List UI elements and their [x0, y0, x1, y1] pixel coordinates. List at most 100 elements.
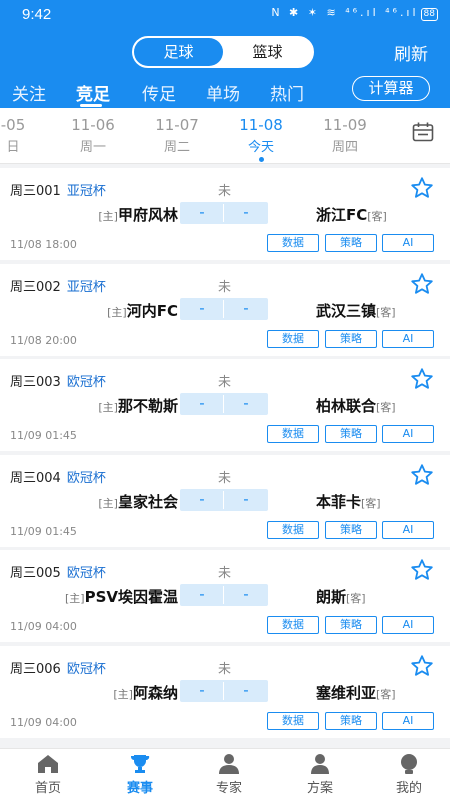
active-date-dot [258, 157, 264, 162]
ai-button[interactable]: AI [382, 711, 434, 730]
calendar-icon[interactable] [412, 122, 434, 142]
ai-button[interactable]: AI [382, 520, 434, 539]
match-card[interactable]: 周三001 亚冠杯未 [主]甲府风林 - - 浙江FC[客] 11/08 18:00 数据 策略… [0, 168, 450, 260]
weekday-label: 周四 [331, 140, 358, 155]
home-tag: [主] [113, 687, 133, 701]
home-team: [主]河内FC [107, 300, 178, 321]
nav-plans[interactable]: 方案 [285, 753, 355, 796]
home-tag: [主] [98, 496, 118, 510]
nav-label: 专家 [215, 781, 242, 796]
match-card[interactable]: 周三002 亚冠杯未 [主]河内FC - - 武汉三镇[客] 11/08 20:00 数据 策略… [0, 263, 450, 356]
home-team-name: PSV埃因霍温 [84, 588, 178, 606]
data-button[interactable]: 数据 [267, 329, 319, 348]
strategy-button[interactable]: 策略 [325, 711, 377, 730]
match-card[interactable]: 周三006 欧冠杯未 [主]阿森纳 - - 塞维利亚[客] 11/09 04:00 数据 策略 A… [0, 645, 450, 738]
league-name: 欧冠杯 [66, 566, 106, 581]
date-item-today[interactable]: 11-08 今天 [226, 116, 296, 162]
status-bar: 9:42 N ✱ ✶ ≋ ⁴⁶.ıl ⁴⁶.ıl 88 [0, 0, 450, 28]
away-score: - [243, 203, 249, 221]
favorite-star-icon[interactable] [410, 367, 434, 391]
match-code: 周三004 欧冠杯 [10, 467, 106, 486]
strategy-button[interactable]: 策略 [325, 234, 377, 252]
date-item[interactable]: 11-06 周一 [58, 116, 128, 155]
date-label: 11-09 [323, 116, 367, 134]
date-item[interactable]: -05 日 [0, 116, 48, 155]
nav-events[interactable]: 赛事 [105, 753, 175, 796]
data-button[interactable]: 数据 [267, 520, 319, 539]
match-time: 11/09 04:00 [10, 715, 77, 729]
match-code: 周三006 欧冠杯 [10, 658, 106, 677]
tab-follow[interactable]: 关注 [12, 80, 46, 105]
away-tag: [客] [361, 496, 381, 510]
nav-label: 首页 [34, 781, 61, 796]
home-score: - [199, 298, 205, 317]
home-tag: [主] [65, 592, 85, 605]
data-button[interactable]: 数据 [267, 234, 319, 252]
away-team-name: 本菲卡 [316, 492, 362, 511]
match-number: 周三006 [10, 661, 61, 677]
home-team: [主]PSV埃因霍温 [65, 586, 178, 607]
strategy-button[interactable]: 策略 [325, 329, 377, 348]
refresh-button[interactable]: 刷新 [394, 40, 428, 65]
score-box: -- [180, 393, 268, 415]
away-team-name: 浙江FC [316, 206, 368, 224]
home-team: [主]甲府风林 [98, 204, 178, 225]
away-team: 柏林联合[客] [316, 395, 396, 416]
match-card[interactable]: 周三003 欧冠杯未 [主]那不勒斯 - - 柏林联合[客] 11/09 01:45 数据 策略… [0, 359, 450, 451]
nav-experts[interactable]: 专家 [194, 753, 264, 796]
nav-label: 我的 [395, 781, 422, 796]
nav-label: 赛事 [126, 781, 153, 796]
away-team: 武汉三镇[客] [316, 300, 396, 321]
trophy-icon [131, 755, 150, 773]
away-team: 本菲卡[客] [316, 491, 381, 512]
match-number: 周三002 [10, 279, 61, 295]
tab-chuanzu[interactable]: 传足 [142, 80, 176, 105]
strategy-button[interactable]: 策略 [325, 616, 377, 634]
date-item[interactable]: 11-09 周四 [310, 116, 380, 155]
data-button[interactable]: 数据 [267, 425, 319, 443]
favorite-star-icon[interactable] [410, 272, 434, 296]
nav-home[interactable]: 首页 [13, 753, 83, 796]
app-header: 9:42 N ✱ ✶ ≋ ⁴⁶.ıl ⁴⁶.ıl 88 足球 篮球 刷新 关注 竞… [0, 0, 450, 108]
date-label: -05 [0, 116, 26, 134]
home-tag: [主] [98, 401, 118, 414]
match-time: 11/08 20:00 [10, 333, 77, 347]
home-score: - [199, 680, 205, 699]
ai-button[interactable]: AI [382, 616, 434, 634]
away-score: - [243, 489, 249, 508]
football-toggle[interactable]: 足球 [134, 38, 223, 66]
favorite-star-icon[interactable] [410, 176, 434, 200]
date-item[interactable]: 11-07 周二 [142, 116, 212, 155]
ai-button[interactable]: AI [382, 329, 434, 348]
strategy-button[interactable]: 策略 [325, 425, 377, 443]
ai-button[interactable]: AI [382, 234, 434, 252]
match-card[interactable]: 周三004 欧冠杯未 [主]皇家社会 - - 本菲卡[客] 11/09 01:45 数据 策略 A… [0, 454, 450, 547]
data-button[interactable]: 数据 [267, 616, 319, 634]
data-button[interactable]: 数据 [267, 711, 319, 730]
favorite-star-icon[interactable] [410, 558, 434, 582]
match-card[interactable]: 周三005 欧冠杯未 [主]PSV埃因霍温 - - 朗斯[客] 11/09 04:00 数据策… [0, 550, 450, 642]
away-team: 塞维利亚[客] [316, 682, 396, 703]
match-status: 未 [218, 279, 232, 295]
score-box: -- [180, 488, 268, 511]
match-status: 未 [218, 566, 232, 581]
tab-single[interactable]: 单场 [206, 80, 240, 105]
tab-jingzu[interactable]: 竞足 [76, 80, 110, 105]
league-name: 欧冠杯 [66, 661, 106, 677]
favorite-star-icon[interactable] [410, 463, 434, 487]
calculator-button[interactable]: 计算器 [352, 76, 430, 101]
league-name: 亚冠杯 [66, 279, 106, 295]
away-team: 朗斯[客] [316, 586, 366, 607]
away-team-name: 柏林联合 [316, 397, 377, 415]
favorite-star-icon[interactable] [410, 654, 434, 678]
home-score: - [199, 489, 205, 508]
match-time: 11/09 04:00 [10, 620, 77, 633]
match-time: 11/08 18:00 [10, 238, 77, 251]
match-code: 周三005 欧冠杯 [10, 562, 106, 581]
match-time: 11/09 01:45 [10, 524, 77, 538]
tab-hot[interactable]: 热门 [270, 80, 304, 105]
basketball-toggle[interactable]: 篮球 [223, 38, 312, 66]
strategy-button[interactable]: 策略 [325, 520, 377, 539]
ai-button[interactable]: AI [382, 425, 434, 443]
nav-mine[interactable]: 我的 [374, 753, 444, 796]
